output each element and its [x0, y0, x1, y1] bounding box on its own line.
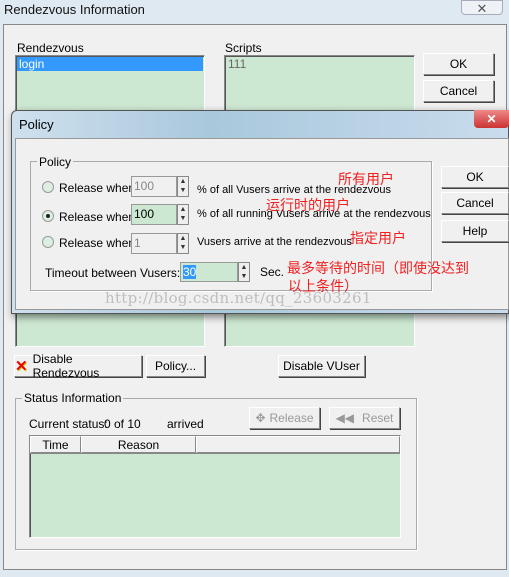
- close-icon[interactable]: ✕: [474, 110, 509, 128]
- disable-vuser-button[interactable]: Disable VUser: [278, 355, 365, 377]
- option-label: Release when: [59, 181, 136, 195]
- arrived-label: arrived: [167, 417, 204, 431]
- spin-arrows[interactable]: ▲ ▼: [177, 204, 189, 225]
- policy-group-label: Policy: [37, 155, 74, 169]
- move-icon: ✥: [255, 411, 266, 425]
- count-input[interactable]: 1: [131, 233, 177, 254]
- scripts-label: Scripts: [225, 41, 262, 55]
- watermark: http://blog.csdn.net/qq_23603261: [105, 289, 372, 307]
- annotation: 运行时的用户: [266, 198, 350, 214]
- percent-running-input[interactable]: 100: [131, 204, 177, 225]
- x-icon: ✕: [15, 358, 28, 375]
- annotation: 指定用户: [350, 231, 406, 247]
- button-label: Release: [269, 411, 314, 425]
- timeout-input[interactable]: 30: [180, 262, 238, 282]
- cancel-button[interactable]: Cancel: [423, 80, 494, 102]
- option-suffix: Vusers arrive at the rendezvous: [197, 236, 352, 248]
- table-header: Time Reason: [30, 436, 400, 454]
- status-group-label: Status Information: [22, 391, 124, 405]
- list-item[interactable]: login: [17, 57, 203, 71]
- option-label: Release when: [59, 210, 136, 224]
- column-reason[interactable]: Reason: [81, 436, 196, 453]
- timeout-label: Timeout between Vusers:: [45, 266, 181, 280]
- radio-running-vusers[interactable]: [42, 210, 54, 222]
- timeout-unit: Sec.: [260, 265, 285, 279]
- column-blank[interactable]: [196, 436, 400, 453]
- button-label: Reset: [362, 411, 394, 425]
- current-status-value: 0 of 10: [104, 417, 141, 431]
- policy-button[interactable]: Policy...: [146, 355, 205, 377]
- policy-ok-button[interactable]: OK: [441, 166, 509, 188]
- annotation: 最多等待的时间（即使没达到: [287, 261, 469, 277]
- rewind-icon: ◀◀: [335, 411, 355, 425]
- timeout-value: 30: [183, 265, 197, 279]
- column-time[interactable]: Time: [30, 436, 81, 453]
- rendezvous-label: Rendezvous: [17, 41, 84, 55]
- option-label: Release when: [59, 236, 136, 250]
- list-item[interactable]: 111: [225, 56, 414, 72]
- window-title: Rendezvous Information: [4, 2, 145, 17]
- radio-all-vusers[interactable]: [42, 181, 54, 193]
- ok-button[interactable]: OK: [423, 53, 494, 75]
- percent-all-input[interactable]: 100: [131, 176, 177, 197]
- status-table[interactable]: Time Reason: [29, 435, 401, 538]
- release-button[interactable]: ✥ Release: [249, 407, 320, 429]
- disable-rendezvous-button[interactable]: ✕ Disable Rendezvous: [14, 352, 142, 380]
- annotation: 所有用户: [338, 172, 394, 188]
- policy-help-button[interactable]: Help: [441, 220, 509, 242]
- spin-arrows[interactable]: ▲ ▼: [238, 262, 250, 282]
- spin-arrows[interactable]: ▲ ▼: [177, 233, 189, 254]
- close-icon[interactable]: ✕: [461, 0, 503, 16]
- current-status-label: Current status:: [29, 417, 108, 431]
- policy-cancel-button[interactable]: Cancel: [441, 192, 509, 214]
- reset-button[interactable]: ◀◀ Reset: [329, 407, 400, 429]
- radio-count-vusers[interactable]: [42, 236, 54, 248]
- button-label: Disable Rendezvous: [32, 352, 100, 380]
- spin-arrows[interactable]: ▲ ▼: [177, 176, 189, 197]
- policy-dialog-title: Policy: [19, 117, 54, 132]
